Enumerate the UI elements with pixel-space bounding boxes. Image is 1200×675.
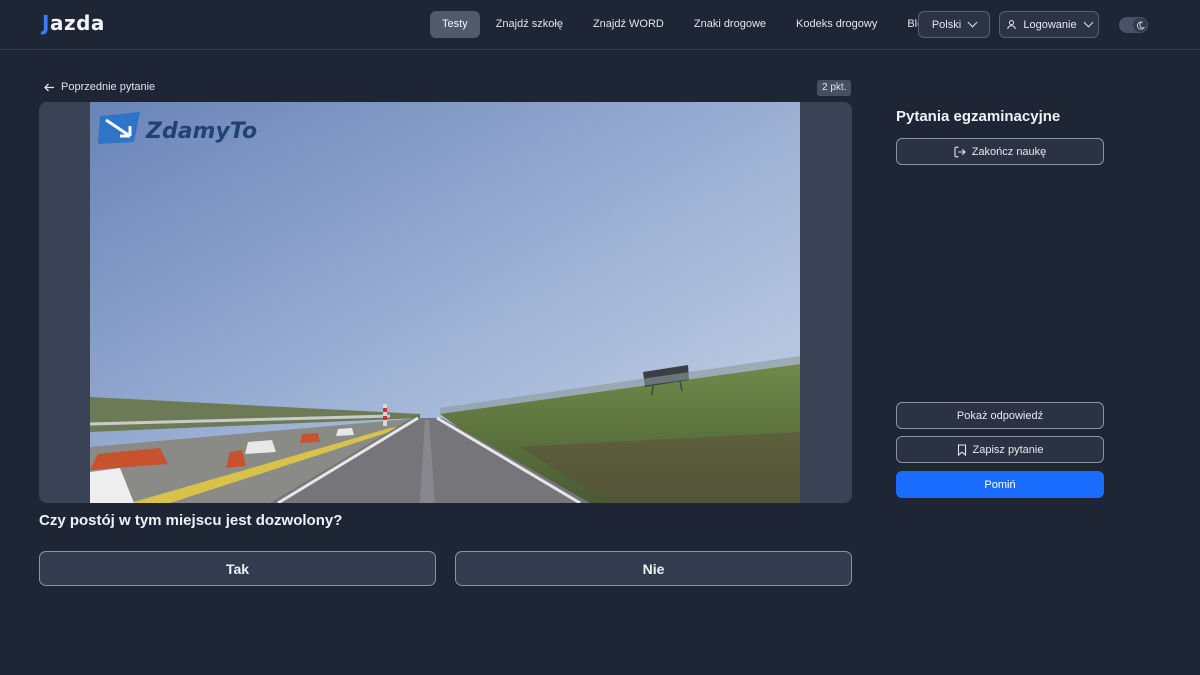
sidebar-title: Pytania egzaminacyjne [896,108,1061,125]
show-answer-button[interactable]: Pokaż odpowiedź [896,402,1104,429]
skip-label: Pomiń [984,478,1016,491]
answer-yes-button[interactable]: Tak [39,551,436,586]
user-icon [1006,19,1017,30]
nav-item-znajdz-word[interactable]: Znajdź WORD [581,11,676,38]
logo-mark: J [42,11,50,35]
jazda-logo[interactable]: Jazda [42,11,105,35]
login-label: Logowanie [1023,18,1077,31]
previous-question-label: Poprzednie pytanie [61,81,156,93]
language-select[interactable]: Polski [918,11,990,38]
login-button[interactable]: Logowanie [999,11,1099,38]
finish-learning-label: Zakończ naukę [971,145,1047,158]
moon-icon [1133,18,1147,32]
question-media-frame: ZdamyTo [39,102,852,503]
finish-learning-button[interactable]: Zakończ naukę [896,138,1104,165]
show-answer-label: Pokaż odpowiedź [956,409,1044,422]
points-badge: 2 pkt. [817,80,852,96]
nav-item-znaki-drogowe[interactable]: Znaki drogowe [682,11,778,38]
save-question-button[interactable]: Zapisz pytanie [896,436,1104,463]
theme-toggle[interactable] [1119,17,1148,33]
main-nav: Testy Znajdź szkołę Znajdź WORD Znaki dr… [430,11,947,38]
nav-item-kodeks-drogowy[interactable]: Kodeks drogowy [784,11,889,38]
arrow-left-icon [44,83,55,92]
chevron-down-icon [967,17,978,28]
nav-item-znajdz-szkole[interactable]: Znajdź szkołę [484,11,575,38]
svg-text:ZdamyTo: ZdamyTo [145,119,257,144]
language-label: Polski [931,18,962,31]
bookmark-icon [957,443,967,456]
top-navigation-bar: Jazda Testy Znajdź szkołę Znajdź WORD Zn… [0,0,1200,50]
logout-icon [954,146,966,158]
answer-no-button[interactable]: Nie [455,551,852,586]
logo-text: azda [49,11,105,35]
previous-question-link[interactable]: Poprzednie pytanie [44,81,155,93]
question-text: Czy postój w tym miejscu jest dozwolony? [39,512,343,529]
chevron-down-icon [1083,17,1094,28]
road-scene-image: ZdamyTo [90,102,800,503]
save-question-label: Zapisz pytanie [972,443,1044,456]
nav-item-testy[interactable]: Testy [430,11,480,38]
skip-button[interactable]: Pomiń [896,471,1104,498]
